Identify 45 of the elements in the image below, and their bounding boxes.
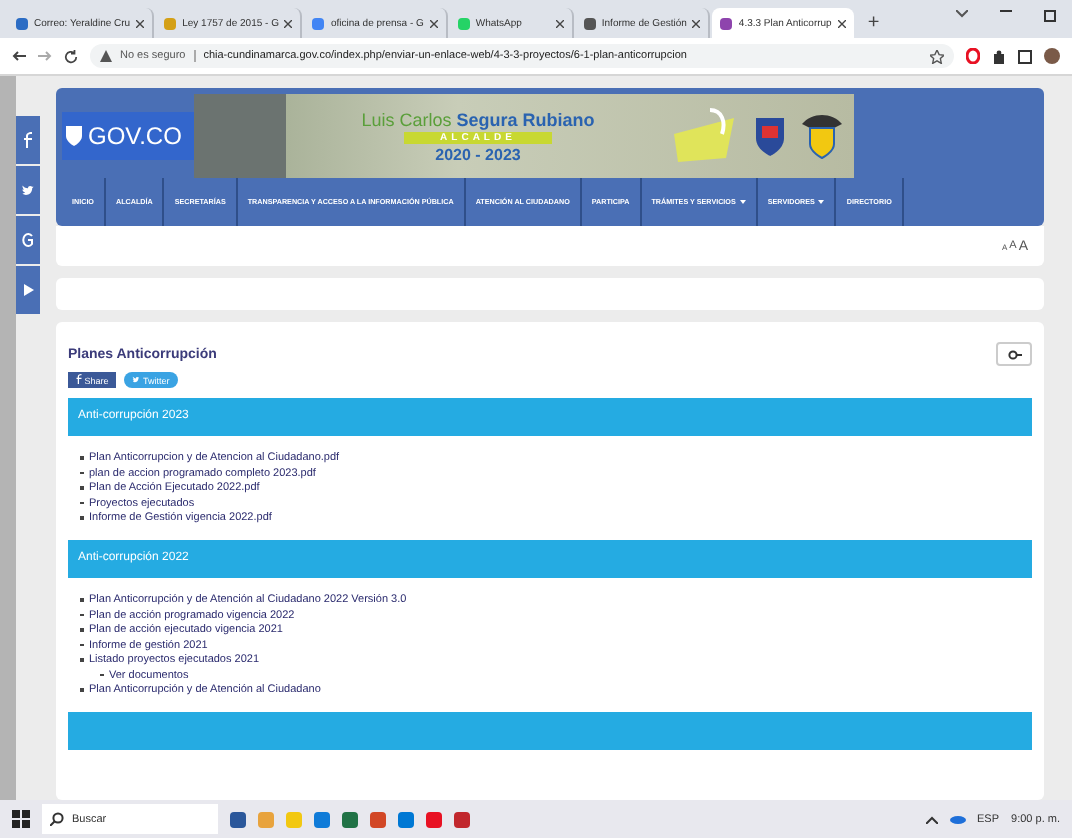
close-icon[interactable]: [284, 19, 293, 27]
maximize-icon[interactable]: [1044, 9, 1056, 21]
youtube-button[interactable]: [16, 266, 40, 314]
shield-icon: [66, 126, 82, 146]
bird-icon: [132, 375, 141, 383]
logo-text: GOV.CO: [88, 122, 182, 150]
warning-icon: [100, 50, 112, 62]
chevron-up-icon[interactable]: [925, 815, 938, 823]
back-arrow-icon[interactable]: [12, 50, 26, 62]
opera-icon[interactable]: [966, 48, 980, 64]
new-tab-button[interactable]: +: [855, 12, 892, 38]
settings-button[interactable]: [996, 342, 1032, 366]
caret-icon: [739, 200, 746, 204]
g-letter-icon: [22, 232, 34, 248]
govco-logo[interactable]: GOV.CO: [62, 112, 194, 160]
cloud-icon[interactable]: [949, 814, 966, 824]
close-icon[interactable]: [429, 19, 438, 27]
puzzle-icon[interactable]: [992, 49, 1006, 63]
f-letter-icon: [24, 132, 32, 148]
photo-placeholder: [194, 94, 286, 178]
close-icon[interactable]: [837, 19, 846, 27]
banner-name: Luis Carlos Segura Rubiano: [361, 109, 595, 129]
national-crest-icon: [802, 112, 842, 160]
bird-icon: [20, 183, 36, 197]
gear-icon: [1007, 349, 1021, 359]
caret-icon: [818, 200, 825, 204]
reload-icon[interactable]: [64, 49, 78, 63]
municipal-crest-icon: [754, 114, 786, 158]
campaign-logo-drawing: [670, 106, 738, 166]
google-plus-button[interactable]: [16, 216, 40, 264]
windows-logo-icon[interactable]: [12, 810, 30, 828]
close-icon[interactable]: [692, 19, 701, 27]
twitter-button[interactable]: [16, 166, 40, 214]
close-icon[interactable]: [136, 19, 145, 27]
sidebar-icon[interactable]: [1018, 49, 1032, 63]
f-letter-icon: [76, 374, 82, 384]
star-icon[interactable]: [930, 49, 944, 63]
search-icon: [50, 812, 64, 826]
banner-years: 2020 - 2023: [435, 145, 521, 163]
facebook-button[interactable]: [16, 116, 40, 164]
chevron-down-icon[interactable]: [956, 9, 968, 17]
minimize-icon[interactable]: [1000, 9, 1012, 13]
close-icon[interactable]: [555, 19, 564, 27]
play-icon: [23, 284, 33, 296]
avatar-icon[interactable]: [1044, 48, 1060, 64]
